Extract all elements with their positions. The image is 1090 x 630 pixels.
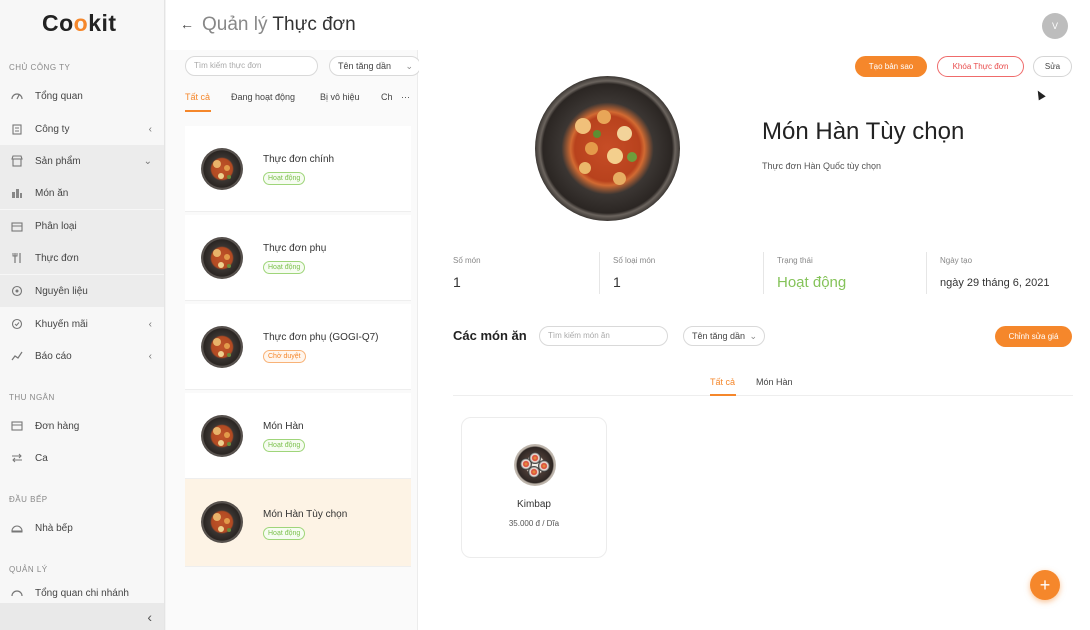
fork-knife-icon (10, 251, 24, 265)
main-area: ← Quản lý Thực đơn V Tìm kiếm thực đơn T… (166, 0, 1090, 630)
menu-detail-panel: Tạo bản sao Khóa Thực đơn Sửa Món Hàn Tù… (419, 50, 1090, 630)
menu-name: Thực đơn phụ (263, 243, 327, 254)
stat-status: Trạng thái Hoạt động (763, 248, 923, 296)
tab-active-indicator (185, 110, 211, 112)
menu-name: Thực đơn phụ (GOGI-Q7) (263, 332, 379, 343)
menu-name: Thực đơn chính (263, 154, 335, 165)
stat-created-date: Ngày tạo ngày 29 tháng 6, 2021 (926, 248, 1086, 296)
sidebar-collapse-button[interactable]: ‹ (0, 603, 164, 630)
page-title: Quản lý Thực đơn (202, 14, 356, 35)
menu-cover-image (535, 76, 680, 221)
sidebar-item-products[interactable]: Sản phẩm ⌄ (0, 145, 164, 177)
cookit-logo[interactable]: Cookit (42, 10, 117, 37)
dish-category-tabs: Tất cả Món Hàn (453, 370, 1073, 396)
menu-thumbnail (201, 501, 243, 543)
menu-sort-select[interactable]: Tên tăng dần ⌄ (329, 56, 421, 76)
menu-name: Món Hàn Tùy chọn (263, 509, 348, 520)
tab-all[interactable]: Tất cả (185, 92, 210, 102)
dish-image (514, 444, 556, 486)
status-badge: Chờ duyệt (263, 350, 306, 363)
sidebar-item-categories[interactable]: Phân loại (0, 210, 164, 242)
edit-button[interactable]: Sửa (1033, 56, 1072, 77)
dish-card[interactable]: Kimbap 35.000 đ / Dĩa (461, 417, 607, 558)
sidebar-item-dishes[interactable]: Món ăn (0, 177, 164, 209)
sidebar: Cookit CHỦ CÔNG TY Tổng quan Công ty ‹ S… (0, 0, 165, 630)
menu-thumbnail (201, 237, 243, 279)
tab-all-dishes[interactable]: Tất cả (710, 377, 735, 387)
tab-pending[interactable]: Ch (381, 92, 393, 102)
add-dish-button[interactable]: + (1030, 570, 1060, 600)
sidebar-item-ingredients[interactable]: Nguyên liệu (0, 275, 164, 307)
status-badge: Hoạt động (263, 172, 306, 185)
edit-price-button[interactable]: Chỉnh sửa giá (995, 326, 1072, 347)
order-icon (10, 419, 24, 433)
chevron-down-icon: ⌄ (143, 155, 152, 167)
sidebar-item-promotions[interactable]: Khuyến mãi ‹ (0, 308, 164, 340)
sidebar-item-reports[interactable]: Báo cáo ‹ (0, 340, 164, 372)
menu-list-item[interactable]: Thực đơn phụ Hoạt động (185, 215, 411, 301)
user-avatar[interactable]: V (1042, 13, 1068, 39)
chevron-left-icon: ‹ (147, 608, 152, 625)
sidebar-item-company[interactable]: Công ty ‹ (0, 113, 164, 145)
menu-status-tabs: Tất cả Đang hoạt động Bị vô hiệu Ch ··· (185, 90, 418, 112)
duplicate-button[interactable]: Tạo bản sao (855, 56, 927, 77)
chevron-down-icon: ⌄ (405, 61, 413, 71)
menu-thumbnail (201, 326, 243, 368)
branch-icon (10, 586, 24, 600)
menu-title: Món Hàn Tùy chọn (762, 118, 965, 145)
promo-icon (10, 317, 24, 331)
sidebar-item-shift[interactable]: Ca (0, 442, 164, 474)
menu-thumbnail (201, 148, 243, 190)
status-badge: Hoạt động (263, 527, 306, 540)
chevron-down-icon: ⌄ (749, 331, 757, 341)
lock-menu-button[interactable]: Khóa Thực đơn (937, 56, 1024, 77)
menu-search-input[interactable]: Tìm kiếm thực đơn (185, 56, 318, 76)
sidebar-item-orders[interactable]: Đơn hàng (0, 410, 164, 442)
menu-thumbnail (201, 415, 243, 457)
chevron-left-icon: ‹ (148, 350, 152, 362)
back-arrow-icon[interactable]: ← (180, 16, 194, 32)
tabs-more-icon[interactable]: ··· (401, 92, 410, 102)
dish-sort-select[interactable]: Tên tăng dần ⌄ (683, 326, 765, 346)
sidebar-item-menus[interactable]: Thực đơn (0, 242, 164, 274)
building-icon (10, 122, 24, 136)
sidebar-item-overview[interactable]: Tổng quan (0, 80, 164, 112)
section-title-manager: QUẢN LÝ (9, 565, 48, 574)
sidebar-item-branch-overview[interactable]: Tổng quan chi nhánh (0, 582, 164, 604)
tab-active[interactable]: Đang hoạt động (231, 92, 295, 102)
ingredient-icon (10, 284, 24, 298)
report-icon (10, 349, 24, 363)
status-badge: Hoạt động (263, 261, 306, 274)
shift-icon (10, 451, 24, 465)
chevron-left-icon: ‹ (148, 123, 152, 135)
dish-name: Kimbap (517, 499, 551, 510)
chevron-left-icon: ‹ (148, 318, 152, 330)
section-title-cashier: THU NGÂN (9, 393, 55, 402)
shop-icon (10, 154, 24, 168)
tab-active-indicator (710, 394, 736, 396)
stat-dish-count: Số món 1 (453, 256, 481, 290)
dish-search-input[interactable]: Tìm kiếm món ăn (539, 326, 668, 346)
menu-stats: Số món 1 Số loại món 1 Trạng thái Hoạt đ… (439, 248, 1079, 298)
kitchen-icon (10, 521, 24, 535)
dish-icon (10, 186, 24, 200)
stat-category-count: Số loại món 1 (599, 248, 759, 296)
category-icon (10, 219, 24, 233)
menu-list-item[interactable]: Thực đơn phụ (GOGI-Q7) Chờ duyệt (185, 304, 411, 390)
dishes-section-title: Các món ăn (453, 328, 527, 343)
tab-korean-dishes[interactable]: Món Hàn (756, 377, 793, 387)
tab-disabled[interactable]: Bị vô hiệu (320, 92, 360, 102)
menu-description: Thực đơn Hàn Quốc tùy chọn (762, 161, 881, 171)
menu-name: Món Hàn (263, 421, 304, 432)
dashboard-icon (10, 89, 24, 103)
section-title-chef: ĐẦU BẾP (9, 495, 48, 504)
sidebar-item-kitchen[interactable]: Nhà bếp (0, 512, 164, 544)
status-badge: Hoạt động (263, 439, 306, 452)
menu-list-item[interactable]: Món Hàn Hoạt động (185, 393, 411, 479)
dish-price: 35.000 đ / Dĩa (508, 519, 560, 528)
section-title-owner: CHỦ CÔNG TY (9, 63, 71, 72)
menu-list-item[interactable]: Thực đơn chính Hoạt động (185, 126, 411, 212)
menu-list-item-selected[interactable]: Món Hàn Tùy chọn Hoạt động (185, 479, 411, 567)
menu-list-panel: Tìm kiếm thực đơn Tên tăng dần ⌄ Tất cả … (166, 50, 421, 630)
